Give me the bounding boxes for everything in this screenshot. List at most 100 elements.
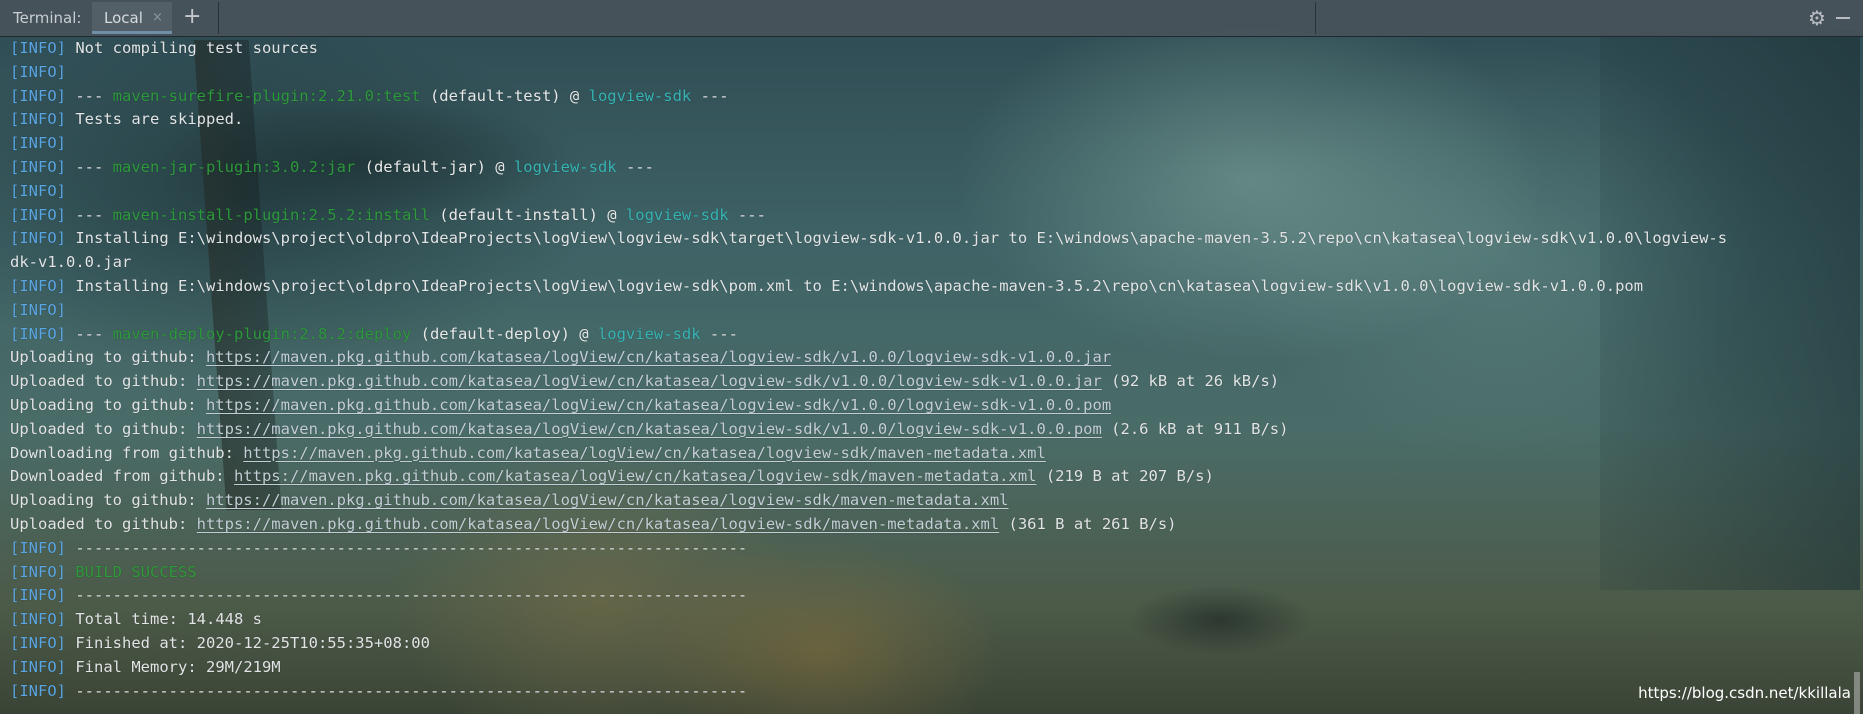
terminal-line: [INFO] Final Memory: 29M/219M [10, 656, 1855, 680]
artifact-link[interactable]: https://maven.pkg.github.com/katasea/log… [206, 491, 1009, 509]
terminal-label: Terminal: [13, 9, 82, 27]
terminal-line: [INFO] Tests are skipped. [10, 108, 1855, 132]
info-tag: [INFO] [10, 324, 66, 343]
separator-text: --- [75, 324, 113, 343]
terminal-line: [INFO] BUILD SUCCESS [10, 561, 1855, 585]
terminal-line: Uploaded to github: https://maven.pkg.gi… [10, 513, 1855, 537]
artifact-link[interactable]: https://maven.pkg.github.com/katasea/log… [206, 396, 1111, 414]
info-tag: [INFO] [10, 39, 66, 57]
line-text: Uploading to github: [10, 491, 206, 510]
titlebar-divider [218, 2, 219, 34]
line-text: ----------------------------------------… [75, 586, 748, 605]
artifact-link[interactable]: https://maven.pkg.github.com/katasea/log… [197, 372, 1102, 390]
separator-text: --- [75, 157, 113, 176]
terminal-line: [INFO] [10, 299, 1855, 323]
separator-text: --- [616, 157, 654, 176]
project-name: logview-sdk [625, 205, 729, 224]
terminal-line: Downloaded from github: https://maven.pk… [10, 465, 1855, 489]
project-name: logview-sdk [588, 86, 692, 105]
close-icon[interactable]: × [152, 10, 163, 25]
terminal-line: [INFO] --- maven-deploy-plugin:2.8.2:dep… [10, 323, 1855, 347]
artifact-link[interactable]: https://maven.pkg.github.com/katasea/log… [197, 515, 1000, 533]
line-text: Uploading to github: [10, 395, 206, 414]
terminal-output[interactable]: [INFO] Not compiling test sources [INFO] … [10, 37, 1855, 703]
line-text: Uploaded to github: [10, 372, 197, 391]
separator-text: --- [728, 205, 766, 224]
line-text: Downloaded from github: [10, 467, 234, 486]
separator-text: --- [75, 205, 113, 224]
separator-text: --- [700, 324, 738, 343]
goal-text: (default-jar) @ [355, 157, 514, 176]
info-tag: [INFO] [10, 181, 66, 200]
terminal-line: Uploading to github: https://maven.pkg.g… [10, 489, 1855, 513]
terminal-line: [INFO] Installing E:\windows\project\old… [10, 275, 1855, 299]
terminal-line: [INFO] Not compiling test sources [10, 37, 1855, 61]
plugin-name: maven-deploy-plugin:2.8.2:deploy [112, 324, 412, 343]
goal-text: (default-install) @ [429, 205, 626, 224]
transfer-stats: (92 kB at 26 kB/s) [1101, 372, 1280, 391]
line-text: ----------------------------------------… [75, 681, 748, 700]
project-name: logview-sdk [597, 324, 701, 343]
info-tag: [INFO] [10, 276, 66, 295]
info-tag: [INFO] [10, 229, 66, 248]
line-text: Uploaded to github: [10, 419, 197, 438]
info-tag: [INFO] [10, 157, 66, 176]
info-tag: [INFO] [10, 86, 66, 105]
tab-local-label: Local [104, 9, 143, 27]
artifact-link[interactable]: https://maven.pkg.github.com/katasea/log… [197, 420, 1102, 438]
info-tag: [INFO] [10, 538, 66, 557]
line-text: Uploaded to github: [10, 514, 197, 533]
build-success-text: BUILD SUCCESS [75, 562, 197, 581]
line-text: Installing E:\windows\project\oldpro\Ide… [75, 229, 1728, 248]
terminal-line: [INFO] ---------------------------------… [10, 680, 1855, 704]
gear-icon[interactable]: ⚙ [1808, 6, 1826, 30]
artifact-link[interactable]: https://maven.pkg.github.com/katasea/log… [243, 444, 1046, 462]
line-text: Finished at: 2020-12-25T10:55:35+08:00 [75, 633, 430, 652]
add-tab-icon[interactable]: + [183, 4, 201, 29]
terminal-line: [INFO] Installing E:\windows\project\old… [10, 227, 1855, 251]
project-name: logview-sdk [513, 157, 617, 176]
tab-local[interactable]: Local × [92, 2, 172, 34]
terminal-line: Uploaded to github: https://maven.pkg.gi… [10, 370, 1855, 394]
terminal-line: [INFO] [10, 180, 1855, 204]
line-text: Total time: 14.448 s [75, 610, 262, 629]
info-tag: [INFO] [10, 205, 66, 224]
terminal-line: [INFO] Finished at: 2020-12-25T10:55:35+… [10, 632, 1855, 656]
terminal-line: Uploading to github: https://maven.pkg.g… [10, 394, 1855, 418]
line-text: ----------------------------------------… [75, 538, 748, 557]
terminal-line: [INFO] Total time: 14.448 s [10, 608, 1855, 632]
line-text: Installing E:\windows\project\oldpro\Ide… [75, 276, 1644, 295]
terminal-line: Uploading to github: https://maven.pkg.g… [10, 346, 1855, 370]
info-tag: [INFO] [10, 681, 66, 700]
plugin-name: maven-jar-plugin:3.0.2:jar [112, 157, 356, 176]
terminal-line: [INFO] ---------------------------------… [10, 537, 1855, 561]
artifact-link[interactable]: https://maven.pkg.github.com/katasea/log… [234, 467, 1037, 485]
info-tag: [INFO] [10, 300, 66, 319]
goal-text: (default-deploy) @ [411, 324, 598, 343]
terminal-line: [INFO] --- maven-jar-plugin:3.0.2:jar (d… [10, 156, 1855, 180]
info-tag: [INFO] [10, 657, 66, 676]
watermark: https://blog.csdn.net/kkillala [1638, 684, 1851, 702]
terminal-line: [INFO] ---------------------------------… [10, 584, 1855, 608]
line-text: Tests are skipped. [75, 110, 244, 129]
separator-text: --- [691, 86, 729, 105]
terminal-line: [INFO] [10, 132, 1855, 156]
terminal-line: [INFO] --- maven-surefire-plugin:2.21.0:… [10, 85, 1855, 109]
terminal-line: Downloading from github: https://maven.p… [10, 442, 1855, 466]
line-text: Final Memory: 29M/219M [75, 657, 281, 676]
goal-text: (default-test) @ [420, 86, 589, 105]
plugin-name: maven-install-plugin:2.5.2:install [112, 205, 430, 224]
scrollbar[interactable] [1854, 672, 1860, 714]
info-tag: [INFO] [10, 134, 66, 153]
minimize-icon[interactable] [1836, 17, 1850, 19]
terminal-line: [INFO] [10, 61, 1855, 85]
terminal-line: Uploaded to github: https://maven.pkg.gi… [10, 418, 1855, 442]
info-tag: [INFO] [10, 610, 66, 629]
terminal-line: dk-v1.0.0.jar [10, 251, 1855, 275]
info-tag: [INFO] [10, 586, 66, 605]
transfer-stats: (219 B at 207 B/s) [1036, 467, 1214, 486]
terminal-titlebar: Terminal: Local × + ⚙ [0, 0, 1863, 37]
artifact-link[interactable]: https://maven.pkg.github.com/katasea/log… [206, 348, 1111, 366]
plugin-name: maven-surefire-plugin:2.21.0:test [112, 86, 421, 105]
line-text: Not compiling test sources [75, 39, 318, 57]
